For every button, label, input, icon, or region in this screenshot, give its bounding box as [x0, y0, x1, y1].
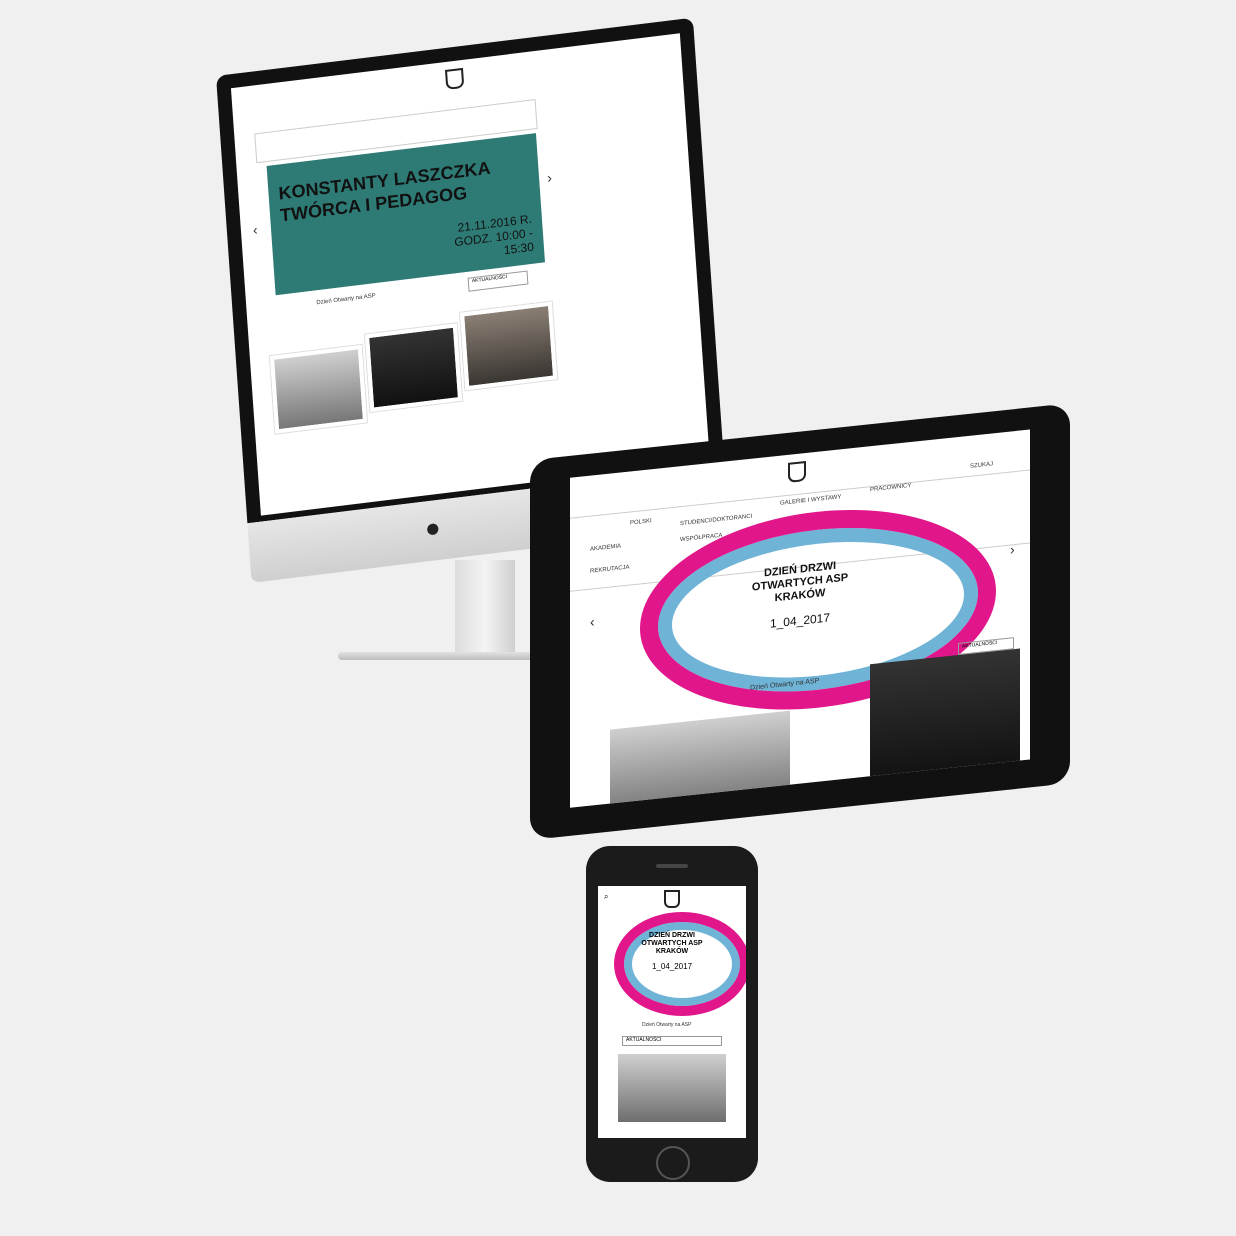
- search-icon[interactable]: ⌕: [604, 892, 608, 902]
- search-link[interactable]: SZUKAJ: [970, 461, 993, 469]
- nav-item[interactable]: STUDENCI/DOKTORANCI: [680, 514, 752, 528]
- category-select[interactable]: AKTUALNOŚCI: [467, 270, 529, 292]
- hero-caption: Dzień Otwarty na ASP: [316, 293, 376, 307]
- hero-title: KONSTANTY LASZCZKA TWÓRCA I PEDAGOG: [277, 157, 491, 226]
- chevron-left-icon[interactable]: ‹: [252, 221, 258, 237]
- event-caption: Dzień Otwarty na ASP: [642, 1022, 692, 1028]
- imac-stand: [455, 560, 515, 660]
- category-select[interactable]: AKTUALNOŚCI: [622, 1036, 722, 1046]
- hero-slide[interactable]: KONSTANTY LASZCZKA TWÓRCA I PEDAGOG 21.1…: [266, 133, 546, 296]
- news-thumb[interactable]: [870, 648, 1020, 785]
- earpiece: [656, 864, 688, 868]
- hero-date: 21.11.2016 R. GODZ. 10:00 - 15:30: [422, 212, 534, 267]
- news-thumb[interactable]: [618, 1054, 726, 1122]
- apple-logo-icon: ●: [423, 511, 442, 544]
- chevron-right-icon[interactable]: ›: [1010, 541, 1015, 557]
- nav-item[interactable]: REKRUTACJA: [590, 565, 630, 575]
- devices-mockup: { "imac": { "slide_title": "KONSTANTY LA…: [0, 0, 1236, 1236]
- news-thumb[interactable]: [269, 344, 368, 434]
- nav-item[interactable]: POLSKI: [630, 518, 652, 526]
- ipad-screen: SZUKAJ POLSKI STUDENCI/DOKTORANCI GALERI…: [570, 429, 1030, 808]
- event-headline: DZIEŃ DRZWI OTWARTYCH ASP KRAKÓW: [641, 932, 703, 955]
- news-thumb[interactable]: [364, 323, 463, 412]
- event-date: 1_04_2017: [651, 962, 693, 971]
- home-button[interactable]: [656, 1146, 690, 1180]
- site-logo-icon[interactable]: [788, 460, 806, 483]
- nav-item[interactable]: GALERIE I WYSTAWY: [780, 494, 841, 506]
- chevron-right-icon[interactable]: ›: [547, 169, 553, 185]
- site-logo-icon[interactable]: [444, 67, 465, 90]
- news-thumb[interactable]: [610, 710, 790, 808]
- ipad-device: SZUKAJ POLSKI STUDENCI/DOKTORANCI GALERI…: [530, 403, 1070, 840]
- imac-screen: KONSTANTY LASZCZKA TWÓRCA I PEDAGOG 21.1…: [230, 33, 710, 516]
- site-logo-icon[interactable]: [664, 890, 680, 908]
- chevron-left-icon[interactable]: ‹: [590, 613, 595, 629]
- nav-item[interactable]: PRACOWNICY: [870, 483, 911, 493]
- nav-item[interactable]: AKADEMIA: [590, 543, 621, 552]
- iphone-device: ⌕ DZIEŃ DRZWI OTWARTYCH ASP KRAKÓW 1_04_…: [586, 846, 758, 1182]
- news-thumb[interactable]: [460, 301, 558, 391]
- iphone-screen: ⌕ DZIEŃ DRZWI OTWARTYCH ASP KRAKÓW 1_04_…: [598, 886, 746, 1138]
